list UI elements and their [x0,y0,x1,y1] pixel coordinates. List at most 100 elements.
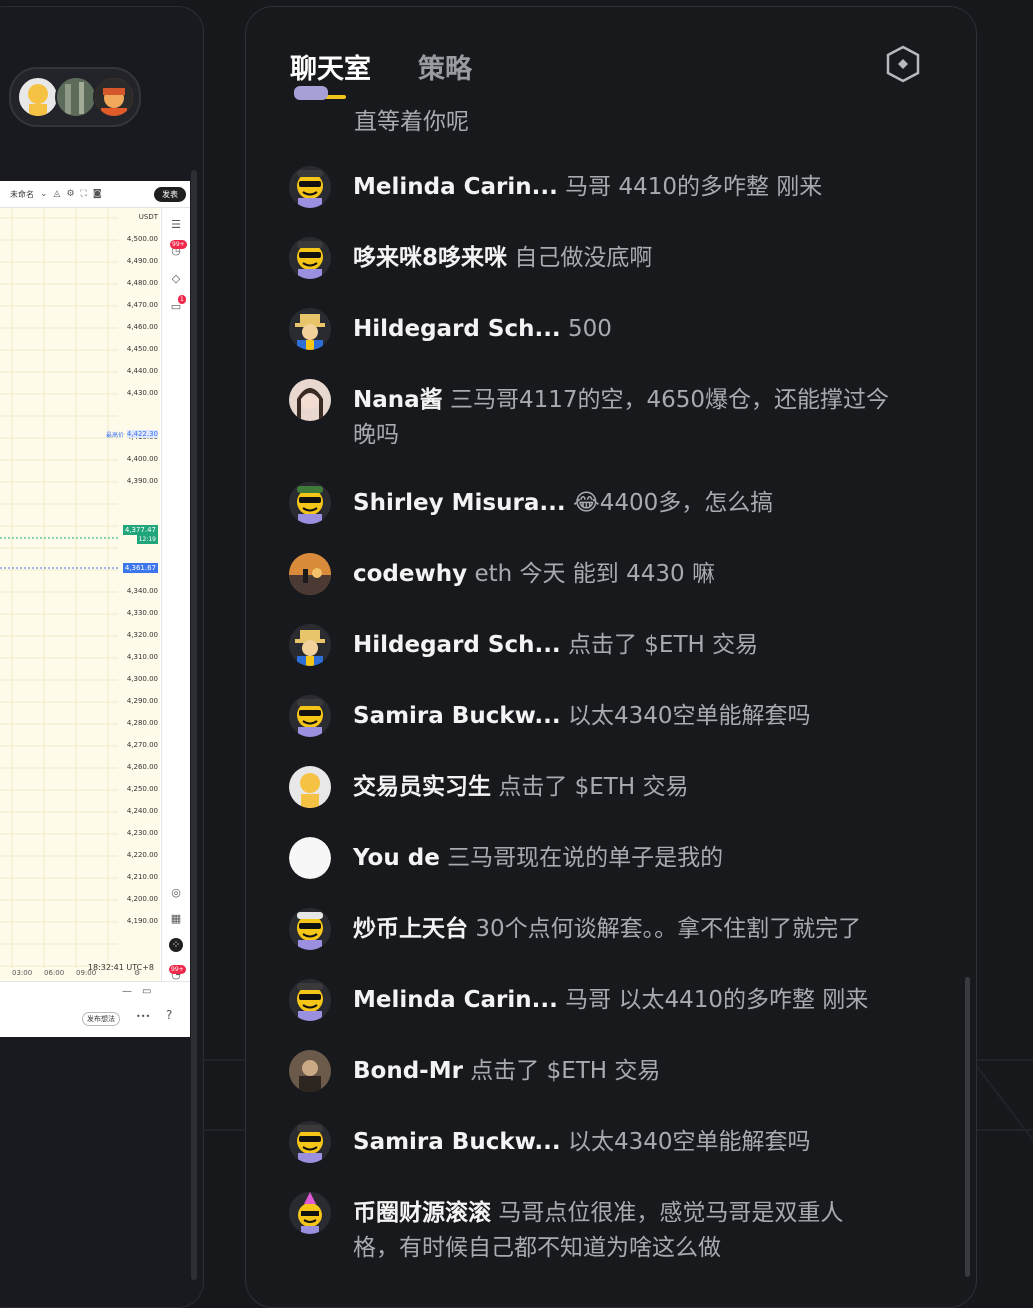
price-scale-label: 4,500.00 [126,235,158,243]
price-scale-label: 4,200.00 [126,895,158,903]
price-scale-label: 4,440.00 [126,367,158,375]
price-scale-label: 4,220.00 [126,851,158,859]
user-avatar-icon[interactable] [289,237,331,279]
user-avatar-icon[interactable] [289,624,331,666]
username[interactable]: Shirley Misura... [353,490,566,516]
time-label: 03:00 [12,969,33,977]
user-avatar-icon[interactable] [289,837,331,879]
user-avatar-icon[interactable] [289,553,331,595]
message-text: 点击了 $ETH 交易 [567,632,759,658]
publish-idea-button[interactable]: 发布想法 [82,1012,120,1026]
chart-toolbar: 未命名 ⌄ ◬ ⚙ ⛶ ◙ 发表 [0,181,190,208]
participants-avatar-group[interactable] [9,67,141,127]
window-icon[interactable]: ▭ [142,986,151,997]
price-scale-label: USDT [138,213,158,221]
username[interactable]: You de [353,845,440,871]
message-text-continued: 格，有时候自己都不知道为啥这么做 [353,1235,721,1261]
tab-strategy[interactable]: 策略 [418,47,472,86]
user-avatar-icon[interactable] [289,1050,331,1092]
user-avatar-icon[interactable] [289,766,331,808]
username[interactable]: codewhy [353,561,467,587]
chart-side-toolbar: ☰ ◷ 99+ ◇ ▭ 1 ◎ ▦ ⁘ ◔ 99+ [161,208,190,988]
chart-name[interactable]: 未命名 [10,189,34,200]
username[interactable]: 哆来咪8哆来咪 [353,245,507,271]
message-line: 炒币上天台 30个点何谈解套。。拿不住割了就完了 [353,912,933,947]
minimize-icon[interactable]: — [122,986,132,997]
chart-timezone: 18:32:41 UTC+8 [87,963,154,972]
price-scale-label: 4,240.00 [126,807,158,815]
current-price: 4,377.47 [122,525,158,535]
message-text: 30个点何谈解套。。拿不住割了就完了 [475,916,862,942]
message-text: 马哥点位很准，感觉马哥是双重人 [498,1200,844,1226]
user-avatar-icon[interactable] [289,482,331,524]
user-avatar-icon[interactable] [289,1192,331,1234]
username[interactable]: Melinda Carin... [353,987,558,1013]
username[interactable]: Samira Buckw... [353,1129,561,1155]
countdown: 12:19 [136,535,158,544]
price-scale-label: 4,250.00 [126,785,158,793]
username[interactable]: 炒币上天台 [353,916,468,942]
message-text: 点击了 $ETH 交易 [498,774,689,800]
calendar-icon[interactable]: ▦ [169,912,183,926]
apps-grid-icon[interactable]: ⁘ [169,938,183,952]
settings-icon[interactable]: ⚙ [66,189,74,199]
message-text: 点击了 $ETH 交易 [470,1058,661,1084]
message-line: Hildegard Sch... 500 [353,312,933,347]
username[interactable]: Melinda Carin... [353,174,558,200]
message-line: Samira Buckw... 以太4340空单能解套吗 [353,1125,933,1160]
price-scale-label: 4,310.00 [126,653,158,661]
help-icon[interactable]: ? [166,1008,172,1022]
username[interactable]: Hildegard Sch... [353,316,561,342]
price-scale-label: 4,190.00 [126,917,158,925]
hexagon-settings-icon[interactable] [886,45,920,83]
left-scrollbar[interactable] [191,170,197,1280]
user-avatar-icon[interactable] [289,308,331,350]
tab-chatroom[interactable]: 聊天室 [290,47,371,86]
user-avatar-icon[interactable] [289,1121,331,1163]
alert-icon[interactable]: ◬ [54,189,61,199]
target-icon[interactable]: ◎ [169,886,183,900]
participant-avatar [17,76,59,118]
username[interactable]: 交易员实习生 [353,774,491,800]
chevron-down-icon[interactable]: ⌄ [40,189,48,199]
avatar [290,86,332,106]
username[interactable]: Bond-Mr [353,1058,463,1084]
camera-icon[interactable]: ◙ [93,189,102,199]
price-scale-label: 4,280.00 [126,719,158,727]
price-scale-label: 4,460.00 [126,323,158,331]
user-avatar-icon[interactable] [289,166,331,208]
price-scale-label: 4,430.00 [126,389,158,397]
message-text: 马哥 以太4410的多咋整 刚来 [565,987,869,1013]
message-text: 三马哥现在说的单子是我的 [447,845,724,871]
more-icon[interactable]: ••• [136,1012,150,1021]
message-text: 自己做没底啊 [514,245,653,271]
message-text: 500 [567,316,612,342]
user-avatar-icon[interactable] [289,695,331,737]
message-line: Shirley Misura... 😂4400多，怎么搞 [353,486,933,521]
username[interactable]: Samira Buckw... [353,703,561,729]
username[interactable]: Hildegard Sch... [353,632,561,658]
price-scale-label: 4,320.00 [126,631,158,639]
user-avatar-icon[interactable] [289,379,331,421]
message-line: 币圈财源滚滚 马哥点位很准，感觉马哥是双重人格，有时候自己都不知道为啥这么做 [353,1196,933,1266]
message-text-continued: 晚吗 [353,422,399,448]
username[interactable]: Nana酱 [353,387,443,413]
cartoon-avatar-icon [95,78,133,116]
chart-area[interactable]: USDT 4,500.00 4,490.00 4,480.00 4,470.00 4,46… [0,208,160,988]
price-scale-label: 4,480.00 [126,279,158,287]
message-line: 交易员实习生 点击了 $ETH 交易 [353,770,933,805]
fullscreen-icon[interactable]: ⛶ [81,189,87,199]
notification-badge: 99+ [170,240,187,249]
chart-screenshot[interactable]: 未命名 ⌄ ◬ ⚙ ⛶ ◙ 发表 USDT 4,500.00 4,490.00 4,4… [0,181,190,1037]
chat-scrollbar[interactable] [965,977,970,1277]
message-line: Melinda Carin... 马哥 以太4410的多咋整 刚来 [353,983,933,1018]
watchlist-icon[interactable]: ☰ [169,218,183,232]
user-avatar-icon[interactable] [289,908,331,950]
publish-button[interactable]: 发表 [154,187,186,202]
user-avatar-icon[interactable] [289,979,331,1021]
marked-price: 4,422.30 [126,430,158,438]
message-text: 以太4340空单能解套吗 [567,703,811,729]
price-scale-label: 4,340.00 [126,587,158,595]
layers-icon[interactable]: ◇ [169,272,183,286]
username[interactable]: 币圈财源滚滚 [353,1200,491,1226]
